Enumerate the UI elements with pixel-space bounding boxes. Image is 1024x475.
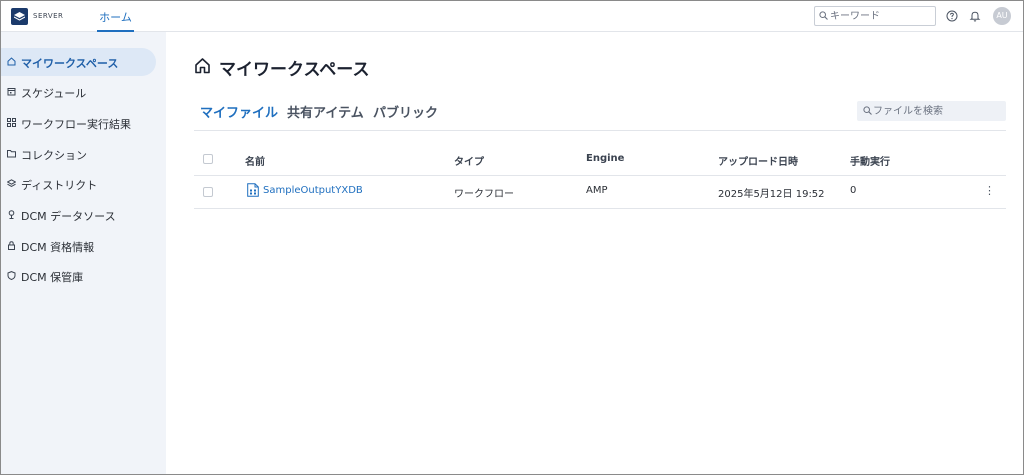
sidebar-item-label: DCM データソース	[21, 210, 116, 223]
folder-icon	[7, 150, 16, 158]
sidebar-item-label: ワークフロー実行結果	[21, 118, 131, 131]
divider	[194, 208, 1006, 209]
row-checkbox[interactable]	[203, 187, 213, 197]
sidebar-item-schedule[interactable]: スケジュール	[1, 78, 156, 106]
server-logo[interactable]	[11, 8, 28, 25]
keyword-search-input[interactable]	[830, 9, 930, 23]
search-icon	[863, 106, 872, 115]
bell-icon[interactable]	[969, 10, 981, 22]
column-header-uploaded[interactable]: アップロード日時	[718, 153, 798, 168]
sidebar-item-workflow-results[interactable]: ワークフロー実行結果	[1, 109, 156, 137]
column-header-manual-runs[interactable]: 手動実行	[850, 153, 890, 168]
help-icon[interactable]	[946, 10, 958, 22]
column-header-type[interactable]: タイプ	[454, 153, 484, 168]
sidebar-item-label: コレクション	[21, 149, 87, 162]
top-bar: SERVER ホーム AU	[1, 1, 1023, 32]
file-uploaded-date: 2025年5月12日 19:52	[718, 189, 825, 200]
tab-public[interactable]: パブリック	[373, 102, 438, 121]
lock-icon	[8, 241, 15, 250]
divider	[194, 175, 1006, 176]
tab-my-files[interactable]: マイファイル	[200, 102, 278, 121]
home-icon	[195, 58, 210, 74]
divider	[194, 130, 1006, 131]
keyword-search[interactable]	[814, 6, 936, 26]
more-options-icon[interactable]: ⋮	[984, 184, 995, 198]
datasource-icon	[8, 210, 15, 219]
tab-shared-items[interactable]: 共有アイテム	[287, 102, 364, 121]
workflow-file-icon	[247, 183, 259, 197]
search-icon	[819, 11, 828, 20]
calendar-icon	[7, 88, 16, 96]
select-all-checkbox[interactable]	[203, 154, 213, 164]
file-name-link[interactable]: SampleOutputYXDB	[263, 185, 363, 196]
sidebar-item-label: スケジュール	[21, 87, 87, 100]
sidebar-item-label: DCM 資格情報	[21, 241, 95, 254]
sidebar: マイワークスペース スケジュール ワークフロー実行結果 コレクション ディストリ…	[1, 32, 166, 474]
sidebar-item-districts[interactable]: ディストリクト	[1, 170, 156, 198]
main-content: マイワークスペース マイファイル 共有アイテム パブリック 名前 タイプ Eng…	[166, 32, 1023, 474]
sidebar-item-dcm-vault[interactable]: DCM 保管庫	[1, 262, 156, 290]
file-search-input[interactable]	[873, 104, 1001, 118]
page-title: マイワークスペース	[219, 60, 370, 80]
layers-icon	[7, 179, 16, 187]
column-header-engine[interactable]: Engine	[586, 153, 624, 164]
sidebar-item-dcm-credentials[interactable]: DCM 資格情報	[1, 232, 156, 260]
sidebar-item-label: DCM 保管庫	[21, 271, 84, 284]
shield-icon	[7, 271, 16, 280]
file-engine: AMP	[586, 185, 608, 196]
user-avatar[interactable]: AU	[993, 7, 1011, 25]
sidebar-item-my-workspace[interactable]: マイワークスペース	[1, 48, 156, 76]
home-icon	[7, 57, 16, 66]
sidebar-item-label: マイワークスペース	[21, 57, 119, 70]
sidebar-item-dcm-datasources[interactable]: DCM データソース	[1, 201, 156, 229]
file-type: ワークフロー	[454, 189, 514, 200]
file-search[interactable]	[857, 101, 1006, 121]
tab-home[interactable]: ホーム	[97, 1, 134, 32]
column-header-name[interactable]: 名前	[245, 153, 265, 168]
workflow-icon	[7, 118, 16, 127]
file-manual-runs: 0	[850, 185, 857, 196]
sidebar-item-collections[interactable]: コレクション	[1, 140, 156, 168]
brand-name: SERVER	[33, 12, 64, 20]
sidebar-item-label: ディストリクト	[21, 179, 98, 192]
